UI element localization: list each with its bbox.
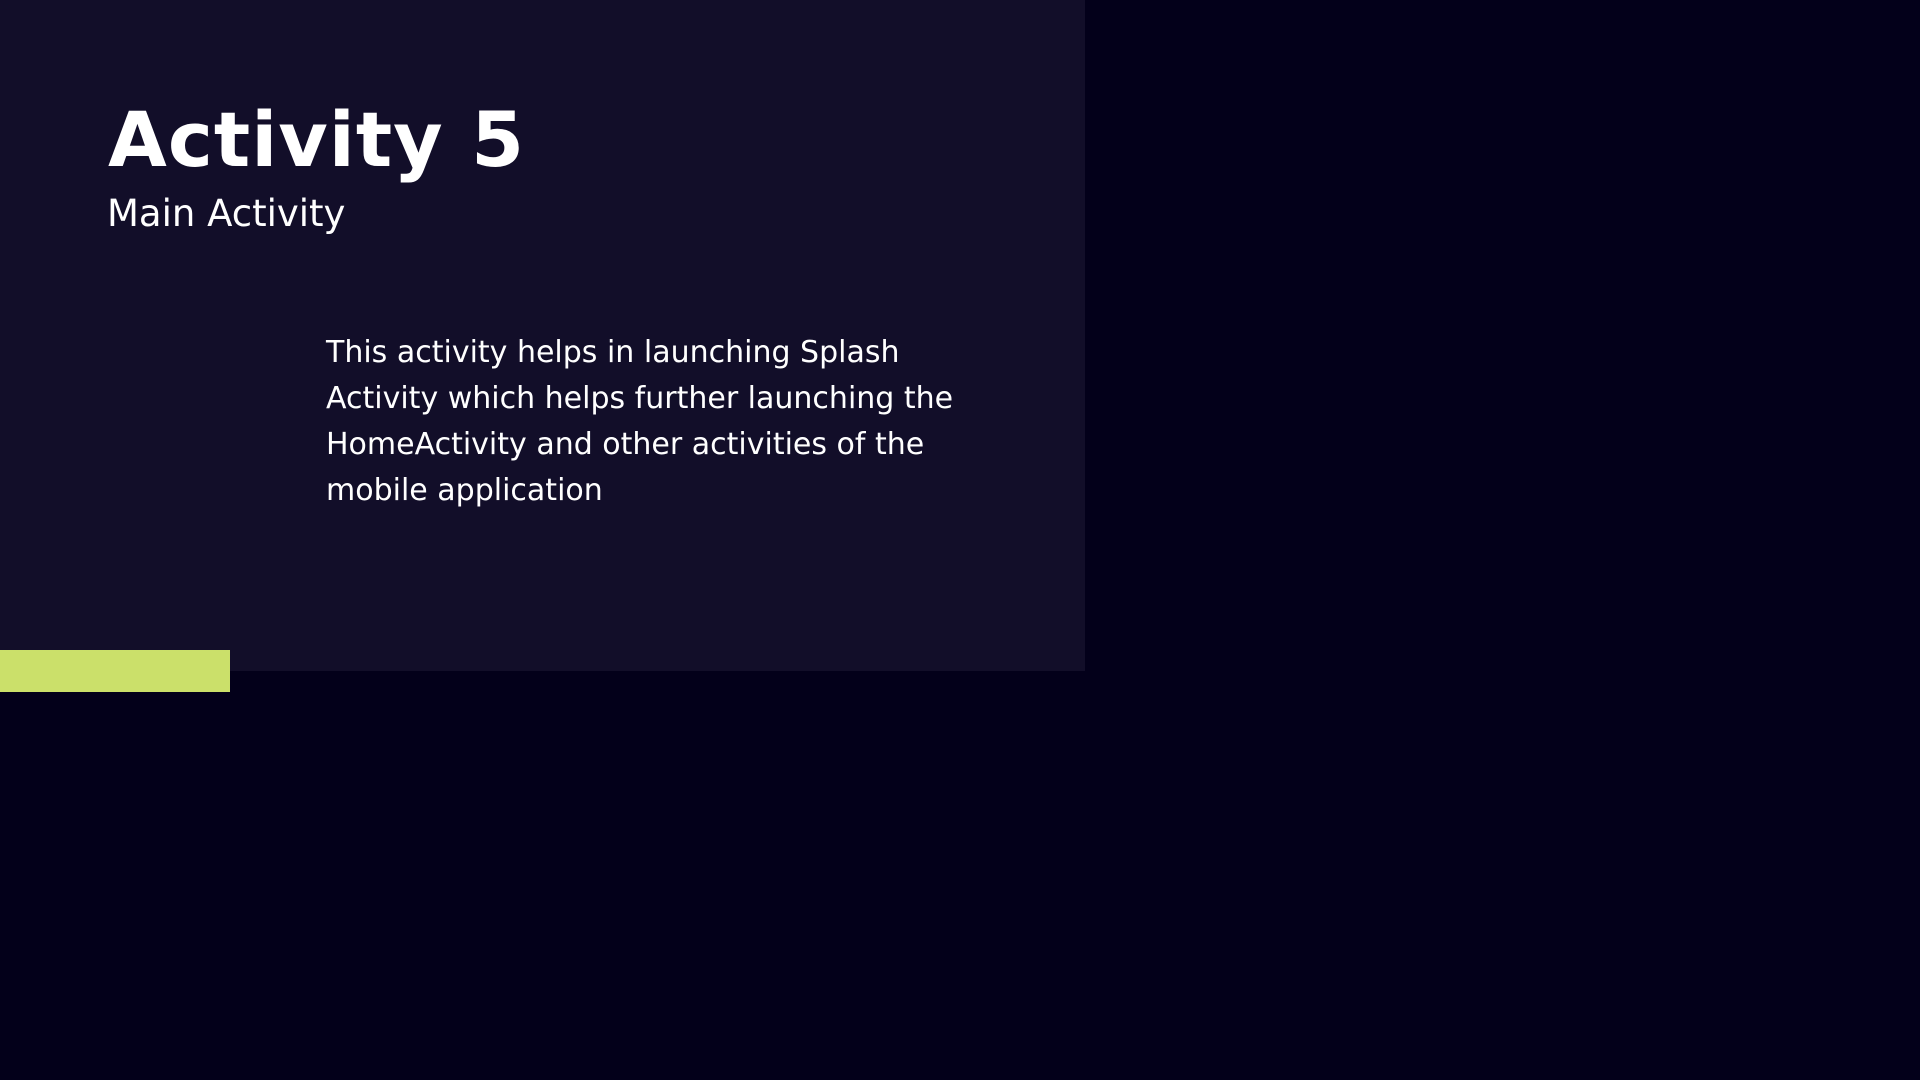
slide: Activity 5 Main Activity This activity h… (0, 0, 1920, 1080)
slide-body-text: This activity helps in launching Splash … (326, 335, 954, 508)
accent-bar (0, 650, 230, 692)
slide-title: Activity 5 (108, 95, 526, 184)
slide-subtitle: Main Activity (107, 192, 346, 235)
content-panel: Activity 5 Main Activity This activity h… (0, 0, 1085, 671)
